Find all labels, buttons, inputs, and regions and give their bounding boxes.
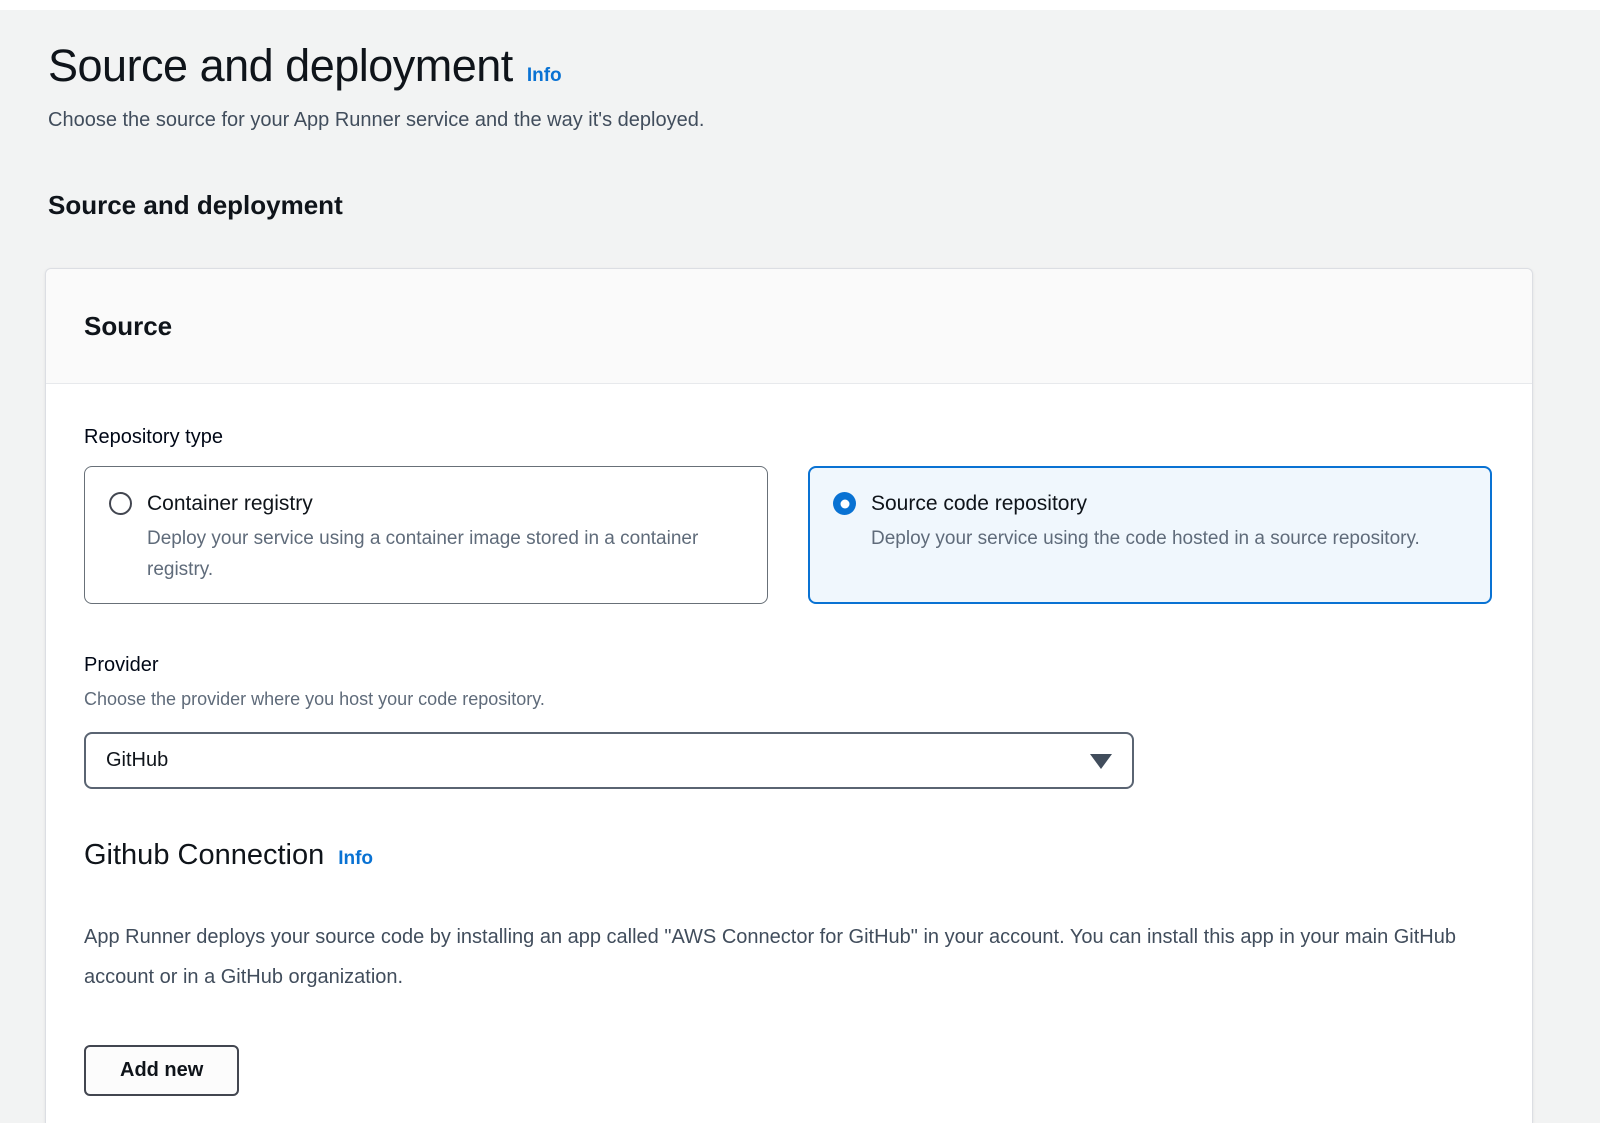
provider-field: Provider Choose the provider where you h… xyxy=(84,652,1492,789)
page-title: Source and deployment xyxy=(48,40,513,91)
tile-title: Source code repository xyxy=(871,489,1420,518)
tile-container-registry[interactable]: Container registry Deploy your service u… xyxy=(84,466,768,604)
provider-description: Choose the provider where you host your … xyxy=(84,686,1492,712)
section-heading: Source and deployment xyxy=(48,190,1533,220)
page-subtitle: Choose the source for your App Runner se… xyxy=(48,106,1533,134)
tile-title: Container registry xyxy=(147,489,743,518)
tile-description: Deploy your service using the code hoste… xyxy=(871,523,1420,554)
tile-text: Source code repository Deploy your servi… xyxy=(871,489,1420,585)
source-card-title: Source xyxy=(84,311,1494,341)
provider-label: Provider xyxy=(84,652,1492,678)
caret-down-icon xyxy=(1090,754,1112,769)
page-title-info-link[interactable]: Info xyxy=(527,65,562,86)
github-connection-title: Github Connection xyxy=(84,839,324,871)
github-connection-heading: Github Connection Info xyxy=(84,837,1492,877)
provider-select-value: GitHub xyxy=(106,749,168,772)
top-strip xyxy=(0,0,1600,10)
tile-source-code-repository[interactable]: Source code repository Deploy your servi… xyxy=(808,466,1492,604)
source-card: Source Repository type Container registr… xyxy=(45,268,1533,1123)
source-and-deployment-page: Source and deployment Info Choose the sou… xyxy=(0,40,1600,1123)
source-card-header: Source xyxy=(46,269,1532,384)
github-connection-info-link[interactable]: Info xyxy=(338,848,373,869)
source-card-body: Repository type Container registry Deplo… xyxy=(46,384,1532,1096)
provider-select[interactable]: GitHub xyxy=(84,732,1134,789)
add-new-button[interactable]: Add new xyxy=(84,1045,239,1096)
tile-text: Container registry Deploy your service u… xyxy=(147,489,743,585)
page-header: Source and deployment Info Choose the sou… xyxy=(48,40,1533,134)
radio-checked-icon[interactable] xyxy=(833,492,856,515)
tile-description: Deploy your service using a container im… xyxy=(147,523,743,585)
repository-type-tiles: Container registry Deploy your service u… xyxy=(84,466,1492,604)
github-connection-paragraph: App Runner deploys your source code by i… xyxy=(84,917,1492,997)
radio-unchecked-icon[interactable] xyxy=(109,492,132,515)
repository-type-label: Repository type xyxy=(84,424,1492,450)
